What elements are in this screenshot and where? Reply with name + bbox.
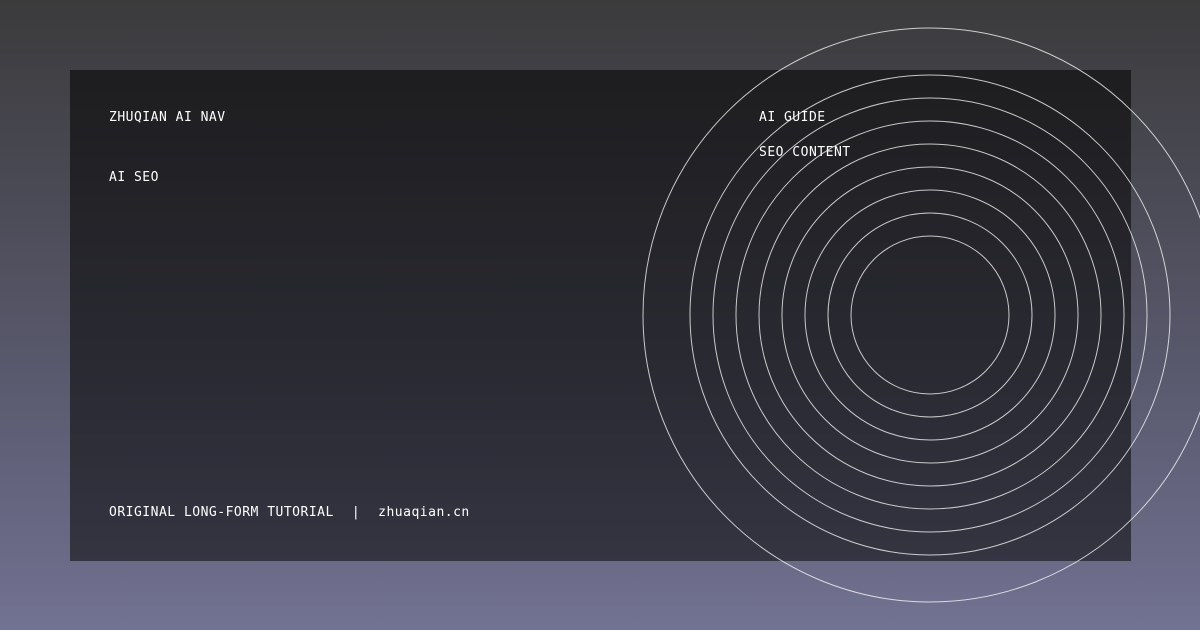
footer-site-link[interactable]: zhuaqian.cn (378, 505, 470, 520)
footer-line: ORIGINAL LONG-FORM TUTORIAL | zhuaqian.cn (109, 505, 470, 521)
card-panel (70, 70, 1131, 561)
footer-separator: | (351, 505, 361, 520)
tag-ai-guide: AI GUIDE (759, 110, 826, 125)
brand-name: ZHUQIAN AI NAV (109, 110, 226, 125)
footer-label: ORIGINAL LONG-FORM TUTORIAL (109, 505, 334, 520)
topic-title: AI SEO (109, 170, 159, 185)
tag-seo-content: SEO CONTENT (759, 145, 851, 160)
